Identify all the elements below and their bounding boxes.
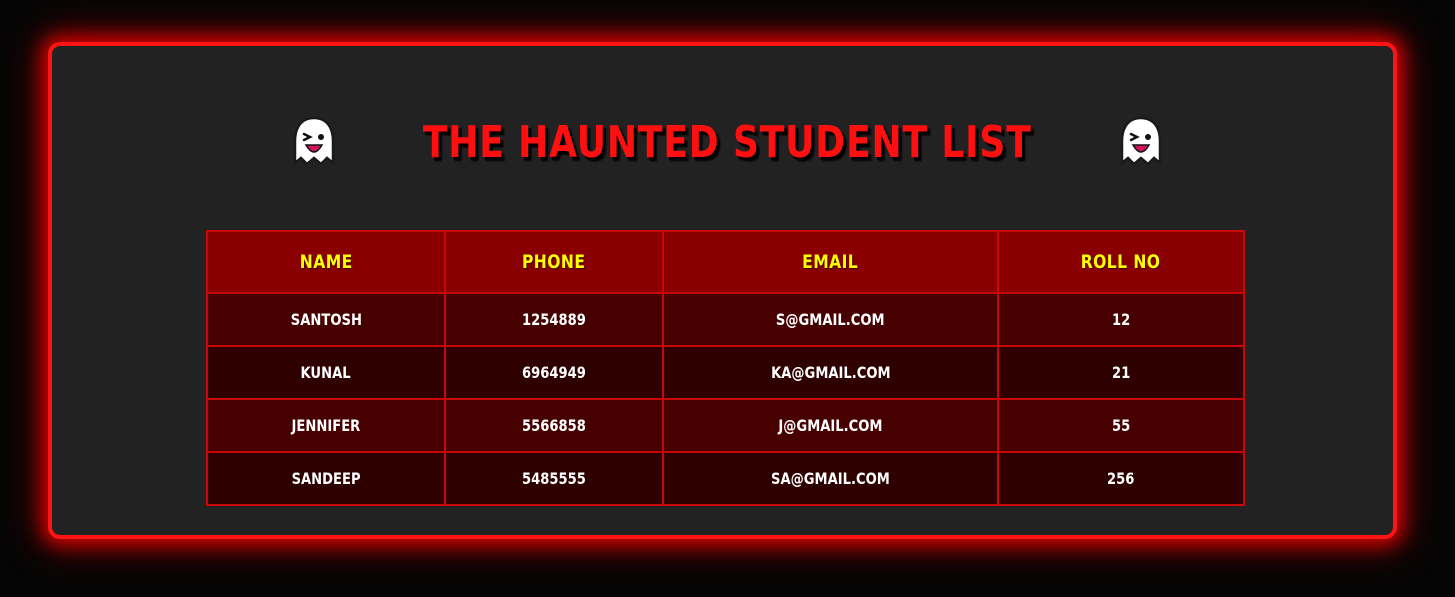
page-title: The Haunted Student List (423, 116, 1032, 168)
column-header-phone: Phone (444, 230, 664, 294)
cell-email: j@gmail.com (662, 398, 999, 453)
cell-email: s@gmail.com (662, 292, 999, 347)
table-row: Sandeep 5485555 sa@gmail.com 256 (206, 451, 1245, 506)
cell-roll-no: 12 (997, 292, 1245, 347)
cell-phone: 1254889 (444, 292, 664, 347)
cell-phone: 6964949 (444, 345, 664, 400)
cell-roll-no: 256 (997, 451, 1245, 506)
table-header-row: Name Phone Email Roll No (206, 230, 1245, 294)
page-header: The Haunted Student List (0, 100, 1455, 184)
cell-roll-no: 21 (997, 345, 1245, 400)
cell-email: sa@gmail.com (662, 451, 999, 506)
cell-phone: 5485555 (444, 451, 664, 506)
column-header-name: Name (206, 230, 446, 294)
ghost-icon (294, 116, 335, 166)
table-row: Santosh 1254889 s@gmail.com 12 (206, 292, 1245, 347)
cell-phone: 5566858 (444, 398, 664, 453)
cell-name: Kunal (206, 345, 446, 400)
column-header-roll-no: Roll No (997, 230, 1245, 294)
cell-name: Jennifer (206, 398, 446, 453)
cell-name: Sandeep (206, 451, 446, 506)
student-table: Name Phone Email Roll No Santosh 1254889… (206, 230, 1245, 506)
table-row: Kunal 6964949 ka@gmail.com 21 (206, 345, 1245, 400)
column-header-email: Email (662, 230, 999, 294)
cell-roll-no: 55 (997, 398, 1245, 453)
ghost-icon (1120, 116, 1161, 166)
table-row: Jennifer 5566858 j@gmail.com 55 (206, 398, 1245, 453)
cell-name: Santosh (206, 292, 446, 347)
cell-email: ka@gmail.com (662, 345, 999, 400)
